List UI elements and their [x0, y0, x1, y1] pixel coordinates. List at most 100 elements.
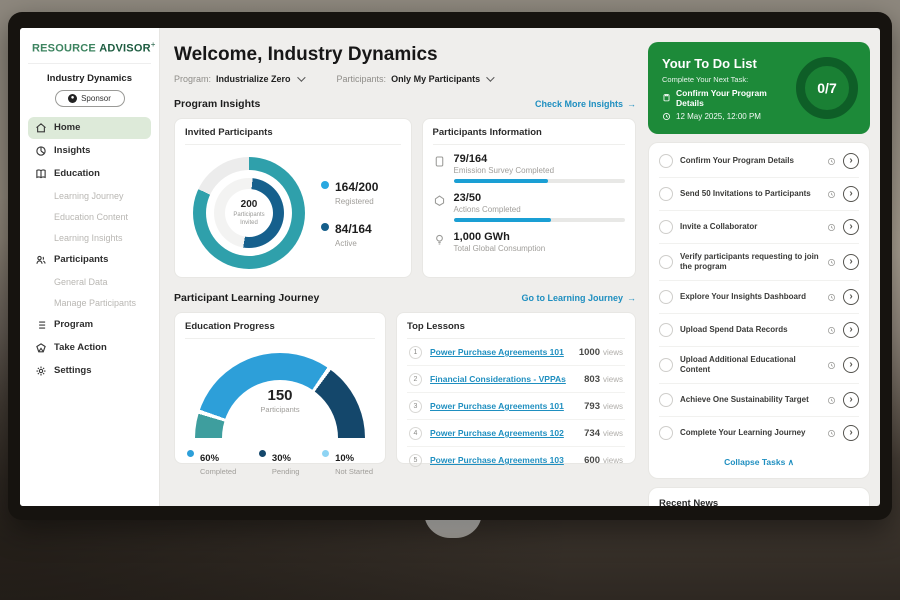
collapse-tasks-link[interactable]: Collapse Tasks ∧ — [659, 449, 859, 472]
chevron-right-button[interactable]: › — [843, 219, 859, 235]
clock-icon — [827, 223, 836, 232]
dashboard-screen: RESOURCE ADVISOR+ Industry Dynamics ● Sp… — [20, 28, 880, 506]
todo-column: Your To Do List Complete Your Next Task:… — [648, 28, 880, 506]
task-row[interactable]: Achieve One Sustainability Target › — [659, 384, 859, 417]
checkbox[interactable] — [659, 393, 673, 407]
arrow-right-icon: → — [627, 293, 636, 303]
todo-title: Your To Do List — [662, 56, 796, 71]
chevron-right-button[interactable]: › — [843, 153, 859, 169]
sidebar-item-learning-insights[interactable]: Learning Insights — [28, 228, 151, 248]
chevron-up-icon: ∧ — [788, 457, 794, 467]
checkbox[interactable] — [659, 358, 673, 372]
sidebar-item-participants[interactable]: Participants — [28, 249, 151, 271]
legend-not-started: 10% Not Started — [322, 448, 373, 476]
task-row[interactable]: Upload Spend Data Records › — [659, 314, 859, 347]
clipboard-icon — [662, 93, 671, 102]
lesson-link[interactable]: Power Purchase Agreements 101 — [430, 401, 576, 411]
sidebar-item-settings[interactable]: Settings — [28, 360, 151, 382]
todo-next-task[interactable]: Confirm Your Program Details — [662, 88, 796, 108]
education-gauge-chart: 150 Participants — [195, 353, 365, 438]
clock-icon — [827, 293, 836, 302]
lesson-link[interactable]: Financial Considerations - VPPAs — [430, 374, 576, 384]
legend-active: 84/164 Active — [321, 220, 378, 248]
task-row[interactable]: Confirm Your Program Details › — [659, 145, 859, 178]
checkbox[interactable] — [659, 187, 673, 201]
legend-dot — [187, 450, 194, 457]
checkbox[interactable] — [659, 290, 673, 304]
program-label: Program: — [174, 74, 211, 84]
chevron-right-button[interactable]: › — [843, 357, 859, 373]
todo-due-date: 12 May 2025, 12:00 PM — [662, 112, 796, 121]
lesson-views: 734views — [584, 428, 623, 439]
lesson-link[interactable]: Power Purchase Agreements 102 — [430, 428, 576, 438]
chevron-right-button[interactable]: › — [843, 392, 859, 408]
checkbox[interactable] — [659, 154, 673, 168]
sidebar-item-education[interactable]: Education — [28, 163, 151, 185]
actions-completed-row: 23/50 Actions Completed — [433, 192, 625, 222]
task-row[interactable]: Invite a Collaborator › — [659, 211, 859, 244]
task-row[interactable]: Send 50 Invitations to Participants › — [659, 178, 859, 211]
logo-plus: + — [151, 40, 156, 49]
sidebar-item-label: Settings — [54, 365, 91, 376]
logo-advisor: ADVISOR — [99, 43, 151, 55]
legend-completed: 60% Completed — [187, 448, 236, 476]
arrow-right-icon: → — [627, 99, 636, 109]
sidebar-item-program[interactable]: Program — [28, 314, 151, 336]
sidebar-item-manage-participants[interactable]: Manage Participants — [28, 293, 151, 313]
rank-badge: 4 — [409, 427, 422, 440]
home-icon — [35, 122, 47, 134]
card-title: Participants Information — [433, 127, 625, 145]
chevron-right-button[interactable]: › — [843, 322, 859, 338]
checkbox[interactable] — [659, 323, 673, 337]
task-row[interactable]: Explore Your Insights Dashboard › — [659, 281, 859, 314]
legend-dot — [259, 450, 266, 457]
card-title: Top Lessons — [407, 321, 625, 339]
todo-summary-card: Your To Do List Complete Your Next Task:… — [648, 42, 870, 134]
take-action-icon — [35, 342, 47, 354]
participants-dropdown[interactable]: Participants:Only My Participants — [337, 74, 493, 84]
global-consumption-row: 1,000 GWh Total Global Consumption — [433, 231, 625, 257]
sidebar-item-take-action[interactable]: Take Action — [28, 337, 151, 359]
learning-cards-row: Education Progress 150 Participants 60% — [174, 312, 636, 464]
insights-cards-row: Invited Participants 200 Participants In… — [174, 118, 636, 278]
emission-survey-row: 79/164 Emission Survey Completed — [433, 153, 625, 183]
legend-dot — [321, 181, 329, 189]
checkbox[interactable] — [659, 220, 673, 234]
chevron-right-button[interactable]: › — [843, 289, 859, 305]
org-name: Industry Dynamics — [28, 73, 151, 84]
sidebar-item-education-content[interactable]: Education Content — [28, 207, 151, 227]
program-dropdown[interactable]: Program:Industrialize Zero — [174, 74, 303, 84]
sidebar-item-label: Participants — [54, 254, 108, 265]
todo-subtitle: Complete Your Next Task: — [662, 75, 796, 84]
sidebar-item-label: Home — [54, 122, 80, 133]
lesson-link[interactable]: Power Purchase Agreements 103 — [430, 455, 576, 465]
checkbox[interactable] — [659, 426, 673, 440]
sidebar-item-insights[interactable]: Insights — [28, 140, 151, 162]
sponsor-icon: ● — [68, 94, 77, 103]
check-more-insights-link[interactable]: Check More Insights→ — [535, 99, 636, 109]
sidebar-item-general-data[interactable]: General Data — [28, 272, 151, 292]
go-to-learning-journey-link[interactable]: Go to Learning Journey→ — [521, 293, 636, 303]
app-logo: RESOURCE ADVISOR+ — [28, 38, 151, 64]
sidebar-item-learning-journey[interactable]: Learning Journey — [28, 186, 151, 206]
lesson-row: 4 Power Purchase Agreements 102 734views — [407, 420, 625, 447]
sidebar-item-home[interactable]: Home — [28, 117, 151, 139]
chevron-right-button[interactable]: › — [843, 254, 859, 270]
lesson-link[interactable]: Power Purchase Agreements 101 — [430, 347, 571, 357]
clock-icon — [827, 429, 836, 438]
task-row[interactable]: Upload Additional Educational Content › — [659, 347, 859, 384]
lesson-views: 600views — [584, 455, 623, 466]
legend-pending: 30% Pending — [259, 448, 300, 476]
participants-icon — [35, 254, 47, 266]
sidebar-item-label: Take Action — [54, 342, 107, 353]
invited-participants-card: Invited Participants 200 Participants In… — [174, 118, 412, 278]
section-title: Participant Learning Journey — [174, 292, 319, 304]
checkbox[interactable] — [659, 255, 673, 269]
page-title: Welcome, Industry Dynamics — [174, 44, 636, 66]
chevron-right-button[interactable]: › — [843, 186, 859, 202]
legend-registered: 164/200 Registered — [321, 178, 378, 206]
chevron-right-button[interactable]: › — [843, 425, 859, 441]
task-row[interactable]: Verify participants requesting to join t… — [659, 244, 859, 281]
chevron-down-icon — [486, 73, 494, 81]
task-row[interactable]: Complete Your Learning Journey › — [659, 417, 859, 449]
